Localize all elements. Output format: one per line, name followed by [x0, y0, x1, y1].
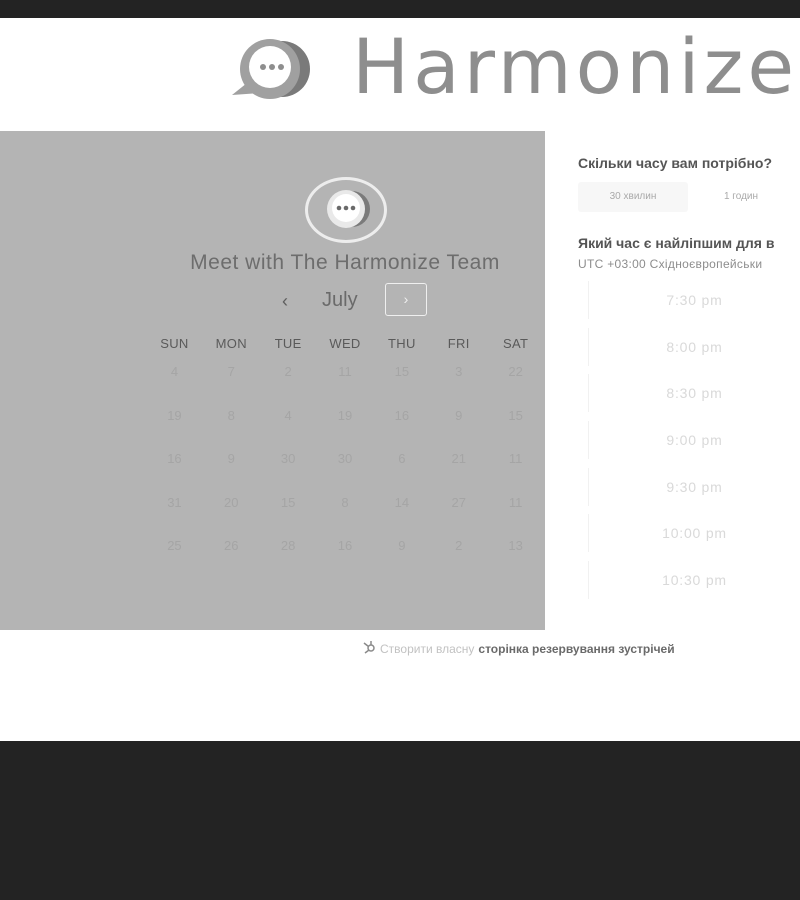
calendar-day: 20	[224, 494, 239, 510]
calendar-day: 28	[280, 538, 296, 553]
calendar-day: 15	[280, 494, 296, 510]
footer-text: Створити власну	[380, 641, 475, 656]
time-slot[interactable]: 10:00 pm	[588, 514, 800, 553]
calendar-day: 22	[508, 364, 523, 379]
calendar-week-row: 25 26 28 16 9 2 13	[146, 536, 544, 580]
calendar-day: 9	[227, 451, 235, 466]
booking-page: Harmonize Meet with The Harmonize Team ‹…	[0, 18, 800, 741]
weekday-header: THU	[388, 336, 416, 351]
calendar-week-row: 4 7 2 11 15 3 22	[146, 362, 544, 406]
calendar-day: 21	[451, 451, 466, 466]
time-slot[interactable]: 8:00 pm	[588, 327, 800, 366]
calendar-day: 19	[167, 407, 182, 423]
footer: Створити власну сторінка резервування зу…	[362, 640, 675, 657]
calendar-day: 8	[227, 407, 235, 423]
avatar	[305, 177, 387, 243]
calendar-day: 8	[341, 494, 349, 510]
calendar-day: 16	[167, 451, 182, 466]
calendar-day: 27	[451, 494, 466, 510]
calendar-day: 16	[394, 407, 410, 423]
calendar-panel: Meet with The Harmonize Team ‹ July › SU…	[0, 131, 545, 630]
weekday-header: SUN	[160, 336, 189, 351]
calendar-day: 11	[508, 494, 523, 510]
calendar-day: 9	[455, 407, 463, 423]
time-slot-list: 7:30 pm 8:00 pm 8:30 pm 9:00 pm 9:30 pm …	[588, 281, 800, 608]
timezone-selector[interactable]: UTC +03:00 Східноєвропейськи	[578, 257, 762, 271]
hubspot-sprocket-icon	[362, 640, 376, 657]
calendar-week-row: 19 8 4 19 16 9 15	[146, 406, 544, 450]
time-slot[interactable]: 9:30 pm	[588, 467, 800, 506]
weekday-header: MON	[215, 336, 247, 351]
prev-month-button[interactable]: ‹	[270, 287, 300, 315]
create-booking-page-link[interactable]: сторінка резервування зустрічей	[478, 642, 674, 656]
weekday-header: TUE	[274, 336, 302, 351]
chat-bubble-logo-icon	[230, 37, 320, 103]
duration-option-30min[interactable]: 30 хвилин	[578, 182, 688, 212]
calendar-day: 30	[337, 451, 353, 466]
calendar-day: 14	[394, 494, 410, 510]
calendar-week-row: 31 20 15 8 14 27 11	[146, 493, 544, 537]
calendar-day: 30	[280, 451, 296, 466]
next-month-button[interactable]: ›	[385, 283, 427, 316]
time-slot[interactable]: 7:30 pm	[588, 281, 800, 319]
calendar-day: 16	[337, 538, 353, 553]
weekday-header: WED	[329, 336, 361, 351]
time-slot[interactable]: 8:30 pm	[588, 374, 800, 413]
calendar-day: 3	[455, 364, 463, 379]
calendar-day: 13	[508, 538, 523, 553]
calendar-day: 2	[284, 364, 292, 379]
calendar-grid: 4 7 2 11 15 3 22 19 8 4 19 16 9 15 16 9 …	[146, 362, 544, 580]
calendar-day: 2	[455, 538, 463, 553]
time-slot[interactable]: 10:30 pm	[588, 561, 800, 600]
weekday-header-row: SUN MON TUE WED THU FRI SAT	[146, 336, 544, 351]
calendar-day: 25	[167, 538, 182, 553]
calendar-day: 15	[394, 364, 410, 379]
calendar-day: 15	[508, 407, 523, 423]
time-question: Який час є найліпшим для в	[578, 235, 775, 251]
weekday-header: FRI	[447, 336, 470, 351]
duration-option-1h[interactable]: 1 годин	[696, 182, 786, 212]
weekday-header: SAT	[502, 336, 529, 351]
brand-header: Harmonize	[230, 22, 794, 111]
calendar-week-row: 16 9 30 30 6 21 11	[146, 449, 544, 493]
month-navigation: ‹ July ›	[270, 283, 430, 319]
calendar-day: 7	[227, 364, 235, 379]
duration-question: Скільки часу вам потрібно?	[578, 155, 773, 171]
calendar-day: 6	[398, 451, 406, 466]
scheduling-options: Скільки часу вам потрібно? 30 хвилин 1 г…	[578, 18, 800, 630]
calendar-day: 19	[337, 407, 353, 423]
calendar-day: 4	[170, 364, 179, 379]
calendar-day: 9	[398, 538, 406, 553]
calendar-day: 31	[167, 494, 182, 510]
calendar-day: 11	[338, 364, 352, 379]
calendar-day: 11	[508, 451, 523, 466]
time-slot[interactable]: 9:00 pm	[588, 421, 800, 460]
calendar-day: 26	[224, 538, 239, 553]
calendar-day: 4	[284, 407, 292, 423]
month-label: July	[322, 289, 358, 311]
